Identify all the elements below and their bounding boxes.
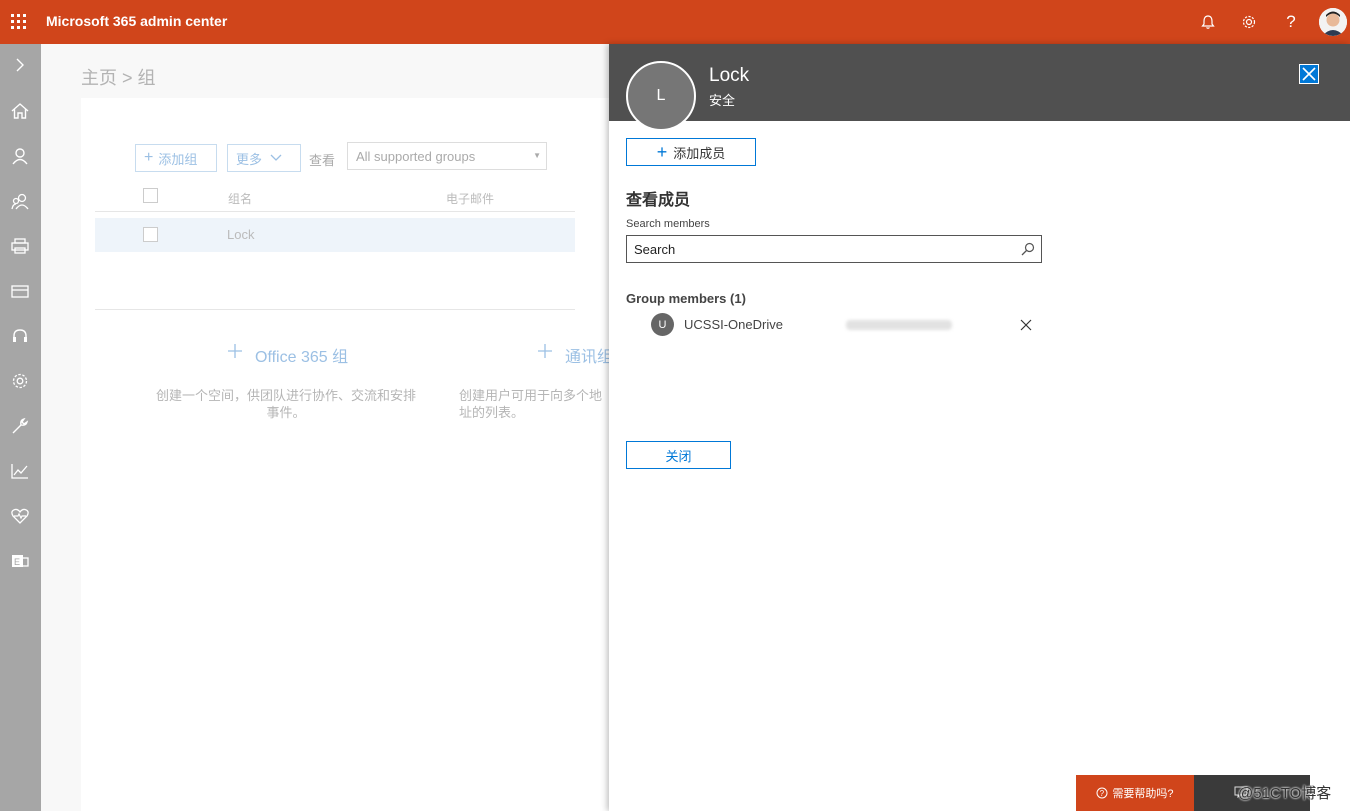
help-button[interactable]: ? 需要帮助吗? — [1076, 775, 1194, 811]
select-all-checkbox[interactable] — [143, 188, 158, 203]
search-members-label: Search members — [626, 218, 710, 230]
settings-icon[interactable] — [9, 370, 31, 392]
resources-icon[interactable] — [9, 235, 31, 257]
app-title[interactable]: Microsoft 365 admin center — [46, 13, 227, 29]
groups-card — [81, 98, 621, 811]
panel-subtitle: 安全 — [709, 93, 736, 108]
group-avatar: L — [626, 61, 696, 131]
column-header-name[interactable]: 组名 — [228, 190, 252, 207]
table-row[interactable] — [95, 218, 575, 252]
setup-icon[interactable] — [9, 415, 31, 437]
question-icon: ? — [1096, 787, 1108, 799]
add-member-button[interactable]: + 添加成员 — [626, 138, 756, 166]
plus-icon[interactable] — [227, 343, 243, 364]
group-name-cell[interactable]: Lock — [227, 227, 254, 242]
help-label: 需要帮助吗? — [1112, 788, 1174, 800]
add-group-button[interactable]: + 添加组 — [135, 144, 217, 172]
redacted-email — [846, 320, 952, 330]
create-office365-group-desc: 创建一个空间，供团队进行协作、交流和安排事件。 — [155, 388, 416, 420]
plus-icon: + — [144, 149, 154, 166]
group-members-title: Group members (1) — [626, 291, 746, 306]
group-type-select[interactable]: All supported groups ▼ — [347, 142, 547, 170]
divider — [95, 309, 575, 310]
health-icon[interactable] — [9, 505, 31, 527]
app-launcher-icon[interactable] — [11, 14, 26, 29]
close-icon[interactable] — [1299, 64, 1319, 84]
member-avatar: U — [651, 313, 674, 336]
exchange-icon[interactable]: E — [9, 550, 31, 572]
plus-icon[interactable] — [537, 343, 553, 364]
user-avatar[interactable] — [1319, 8, 1347, 36]
search-placeholder: Search — [634, 242, 676, 257]
user-icon[interactable] — [9, 145, 31, 167]
svg-text:E: E — [14, 557, 20, 567]
top-bar: Microsoft 365 admin center ? — [0, 0, 1350, 44]
search-icon[interactable] — [1021, 242, 1035, 259]
left-nav: E — [0, 44, 41, 811]
watermark: @51CTO博客 — [1238, 785, 1332, 802]
add-group-label: 添加组 — [158, 151, 198, 167]
dropdown-arrow-icon: ▼ — [533, 151, 541, 160]
plus-icon: + — [656, 142, 668, 162]
gear-icon[interactable] — [1238, 11, 1260, 33]
row-checkbox[interactable] — [143, 227, 158, 242]
support-icon[interactable] — [9, 325, 31, 347]
close-button[interactable]: 关闭 — [626, 441, 731, 469]
search-members-input[interactable]: Search — [626, 235, 1042, 263]
home-icon[interactable] — [9, 100, 31, 122]
divider — [95, 211, 575, 212]
main-content: 主页 > 组 + 添加组 更多 查看 All supported groups … — [41, 44, 621, 811]
remove-member-icon[interactable] — [1019, 318, 1033, 332]
svg-text:?: ? — [1100, 789, 1105, 798]
create-distribution-group-desc: 创建用户可用于向多个地址的列表。 — [459, 388, 603, 420]
create-office365-group-link[interactable]: Office 365 组 — [255, 343, 348, 367]
bell-icon[interactable] — [1197, 11, 1219, 33]
panel-title: Lock — [709, 65, 750, 86]
breadcrumb[interactable]: 主页 > 组 — [81, 64, 156, 90]
reports-icon[interactable] — [9, 460, 31, 482]
billing-icon[interactable] — [9, 280, 31, 302]
view-members-title: 查看成员 — [626, 192, 691, 209]
view-label: 查看 — [309, 153, 336, 168]
column-header-email[interactable]: 电子邮件 — [446, 190, 494, 207]
create-distribution-group-link[interactable]: 通讯组 — [565, 343, 609, 367]
expand-icon[interactable] — [9, 54, 31, 76]
chevron-down-icon — [270, 154, 282, 161]
more-button[interactable]: 更多 — [227, 144, 301, 172]
more-label: 更多 — [236, 151, 263, 167]
member-name: UCSSI-OneDrive — [684, 317, 783, 332]
group-type-value: All supported groups — [356, 149, 476, 164]
help-icon[interactable]: ? — [1280, 11, 1302, 33]
group-details-panel: L Lock 安全 + 添加成员 查看成员 Search members Sea… — [609, 44, 1350, 811]
groups-icon[interactable] — [9, 190, 31, 212]
add-member-label: 添加成员 — [673, 145, 726, 161]
